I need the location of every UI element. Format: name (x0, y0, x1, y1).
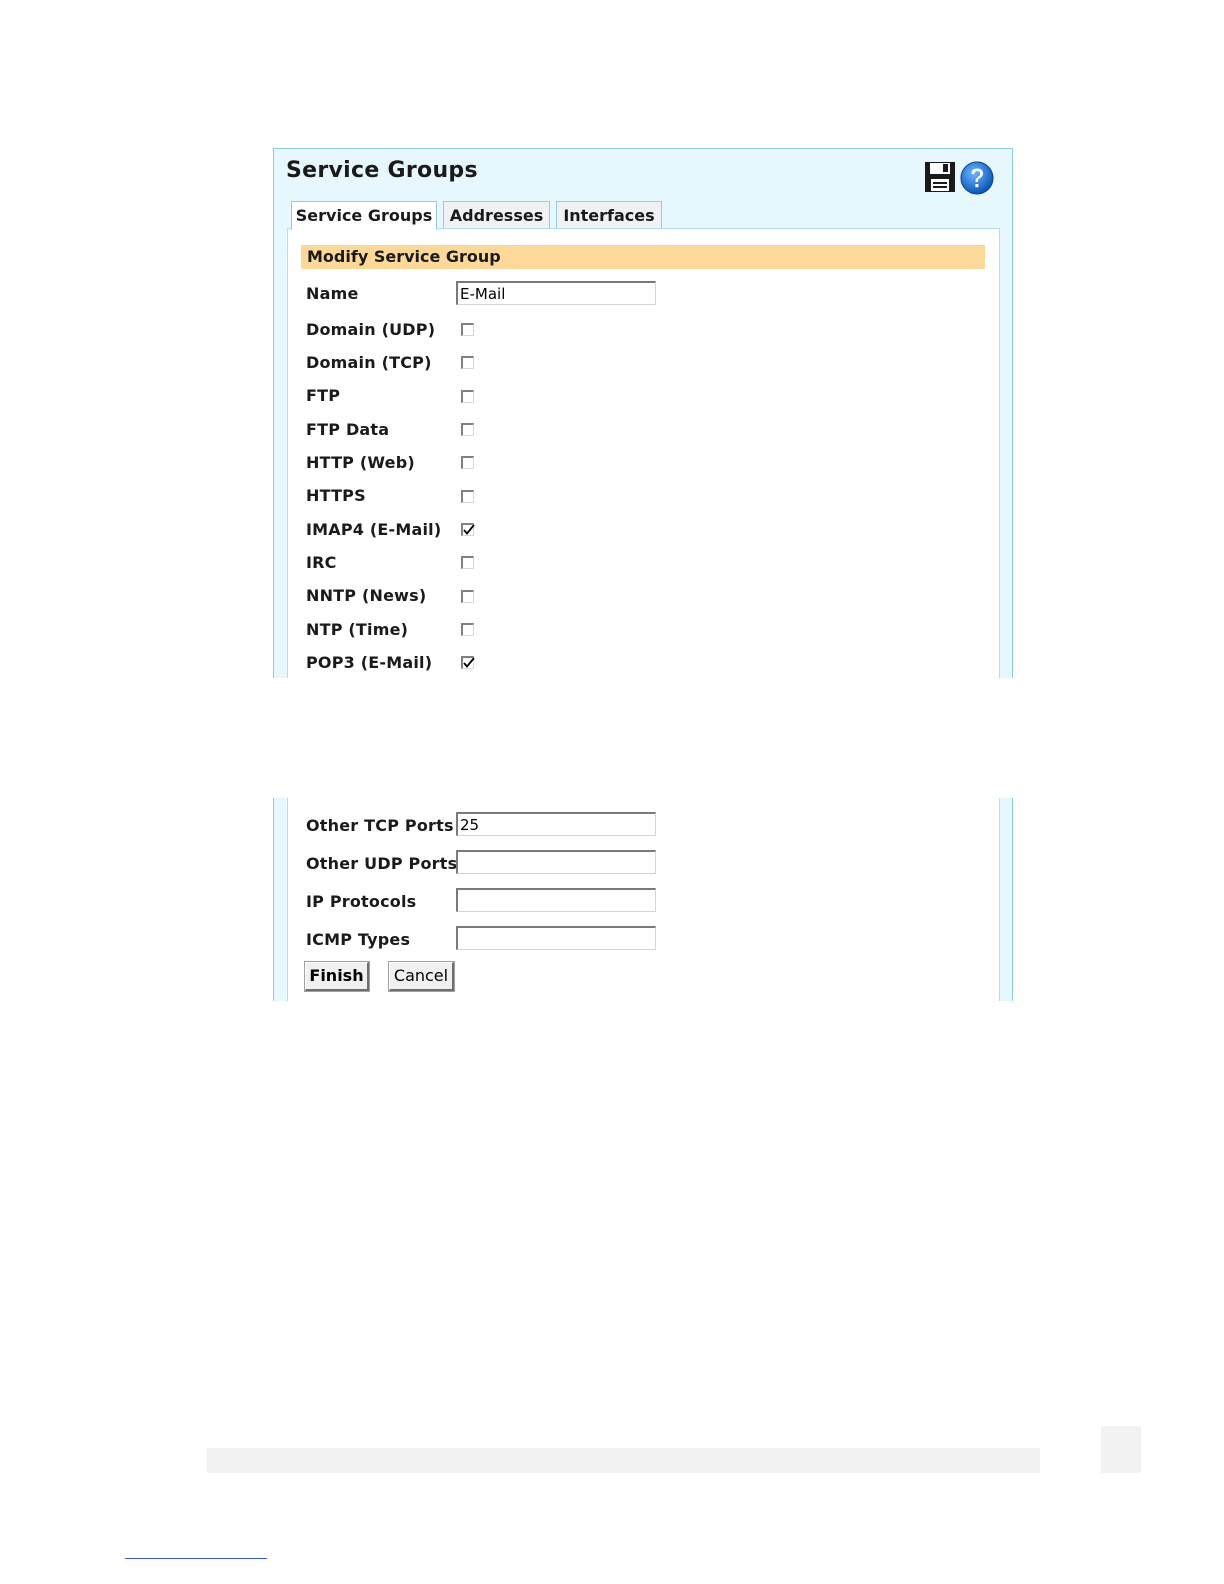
service-label-https: HTTPS (306, 486, 366, 505)
checkbox-domain-tcp[interactable] (461, 356, 474, 369)
service-label-pop3: POP3 (E-Mail) (306, 653, 433, 672)
checkbox-ntp[interactable] (461, 623, 474, 636)
service-label-nntp: NNTP (News) (306, 586, 427, 605)
checkbox-imap4[interactable] (461, 523, 475, 536)
check-mark-icon (463, 657, 475, 668)
other-tcp-ports-label: Other TCP Ports (306, 816, 454, 835)
page-number-box (1101, 1426, 1141, 1473)
form-content-continued: Other TCP Ports Other UDP Ports IP Proto… (287, 798, 1000, 1001)
form-content: Modify Service Group Name Domain (UDP) D… (287, 228, 1000, 678)
ip-protocols-label: IP Protocols (306, 892, 417, 911)
service-label-domain-udp: Domain (UDP) (306, 320, 436, 339)
checkbox-ftp-data[interactable] (461, 423, 474, 436)
section-header: Modify Service Group (301, 245, 985, 269)
service-label-domain-tcp: Domain (TCP) (306, 353, 432, 372)
other-udp-ports-input[interactable] (456, 850, 656, 874)
name-label: Name (306, 284, 359, 303)
service-label-imap4: IMAP4 (E-Mail) (306, 520, 442, 539)
service-label-irc: IRC (306, 553, 337, 572)
finish-button[interactable]: Finish (304, 961, 370, 992)
icmp-types-label: ICMP Types (306, 930, 411, 949)
footnote-rule (125, 1558, 267, 1559)
service-label-ntp: NTP (Time) (306, 620, 409, 639)
tab-interfaces[interactable]: Interfaces (556, 201, 662, 228)
tab-service-groups[interactable]: Service Groups (291, 201, 437, 230)
floppy-disk-icon[interactable] (924, 161, 956, 193)
checkbox-http[interactable] (461, 456, 474, 469)
footer-bar (207, 1448, 1040, 1473)
page-title: Service Groups (286, 158, 478, 183)
tab-addresses[interactable]: Addresses (443, 201, 550, 228)
cancel-button[interactable]: Cancel (388, 961, 455, 992)
service-label-ftp: FTP (306, 386, 341, 405)
checkbox-ftp[interactable] (461, 390, 474, 403)
icmp-types-input[interactable] (456, 926, 656, 950)
question-mark-icon[interactable] (960, 161, 994, 195)
service-label-ftp-data: FTP Data (306, 420, 390, 439)
checkbox-https[interactable] (461, 490, 474, 503)
service-label-http: HTTP (Web) (306, 453, 415, 472)
checkbox-irc[interactable] (461, 556, 474, 569)
other-udp-ports-label: Other UDP Ports (306, 854, 458, 873)
checkbox-pop3[interactable] (461, 656, 475, 669)
check-mark-icon (463, 524, 475, 535)
other-tcp-ports-input[interactable] (456, 812, 656, 836)
service-groups-panel-continued: Other TCP Ports Other UDP Ports IP Proto… (273, 798, 1013, 1001)
checkbox-domain-udp[interactable] (461, 323, 474, 336)
name-input[interactable] (456, 281, 656, 305)
checkbox-nntp[interactable] (461, 590, 474, 603)
service-groups-panel: Service Groups Service Groups Addresses … (273, 148, 1013, 678)
ip-protocols-input[interactable] (456, 888, 656, 912)
